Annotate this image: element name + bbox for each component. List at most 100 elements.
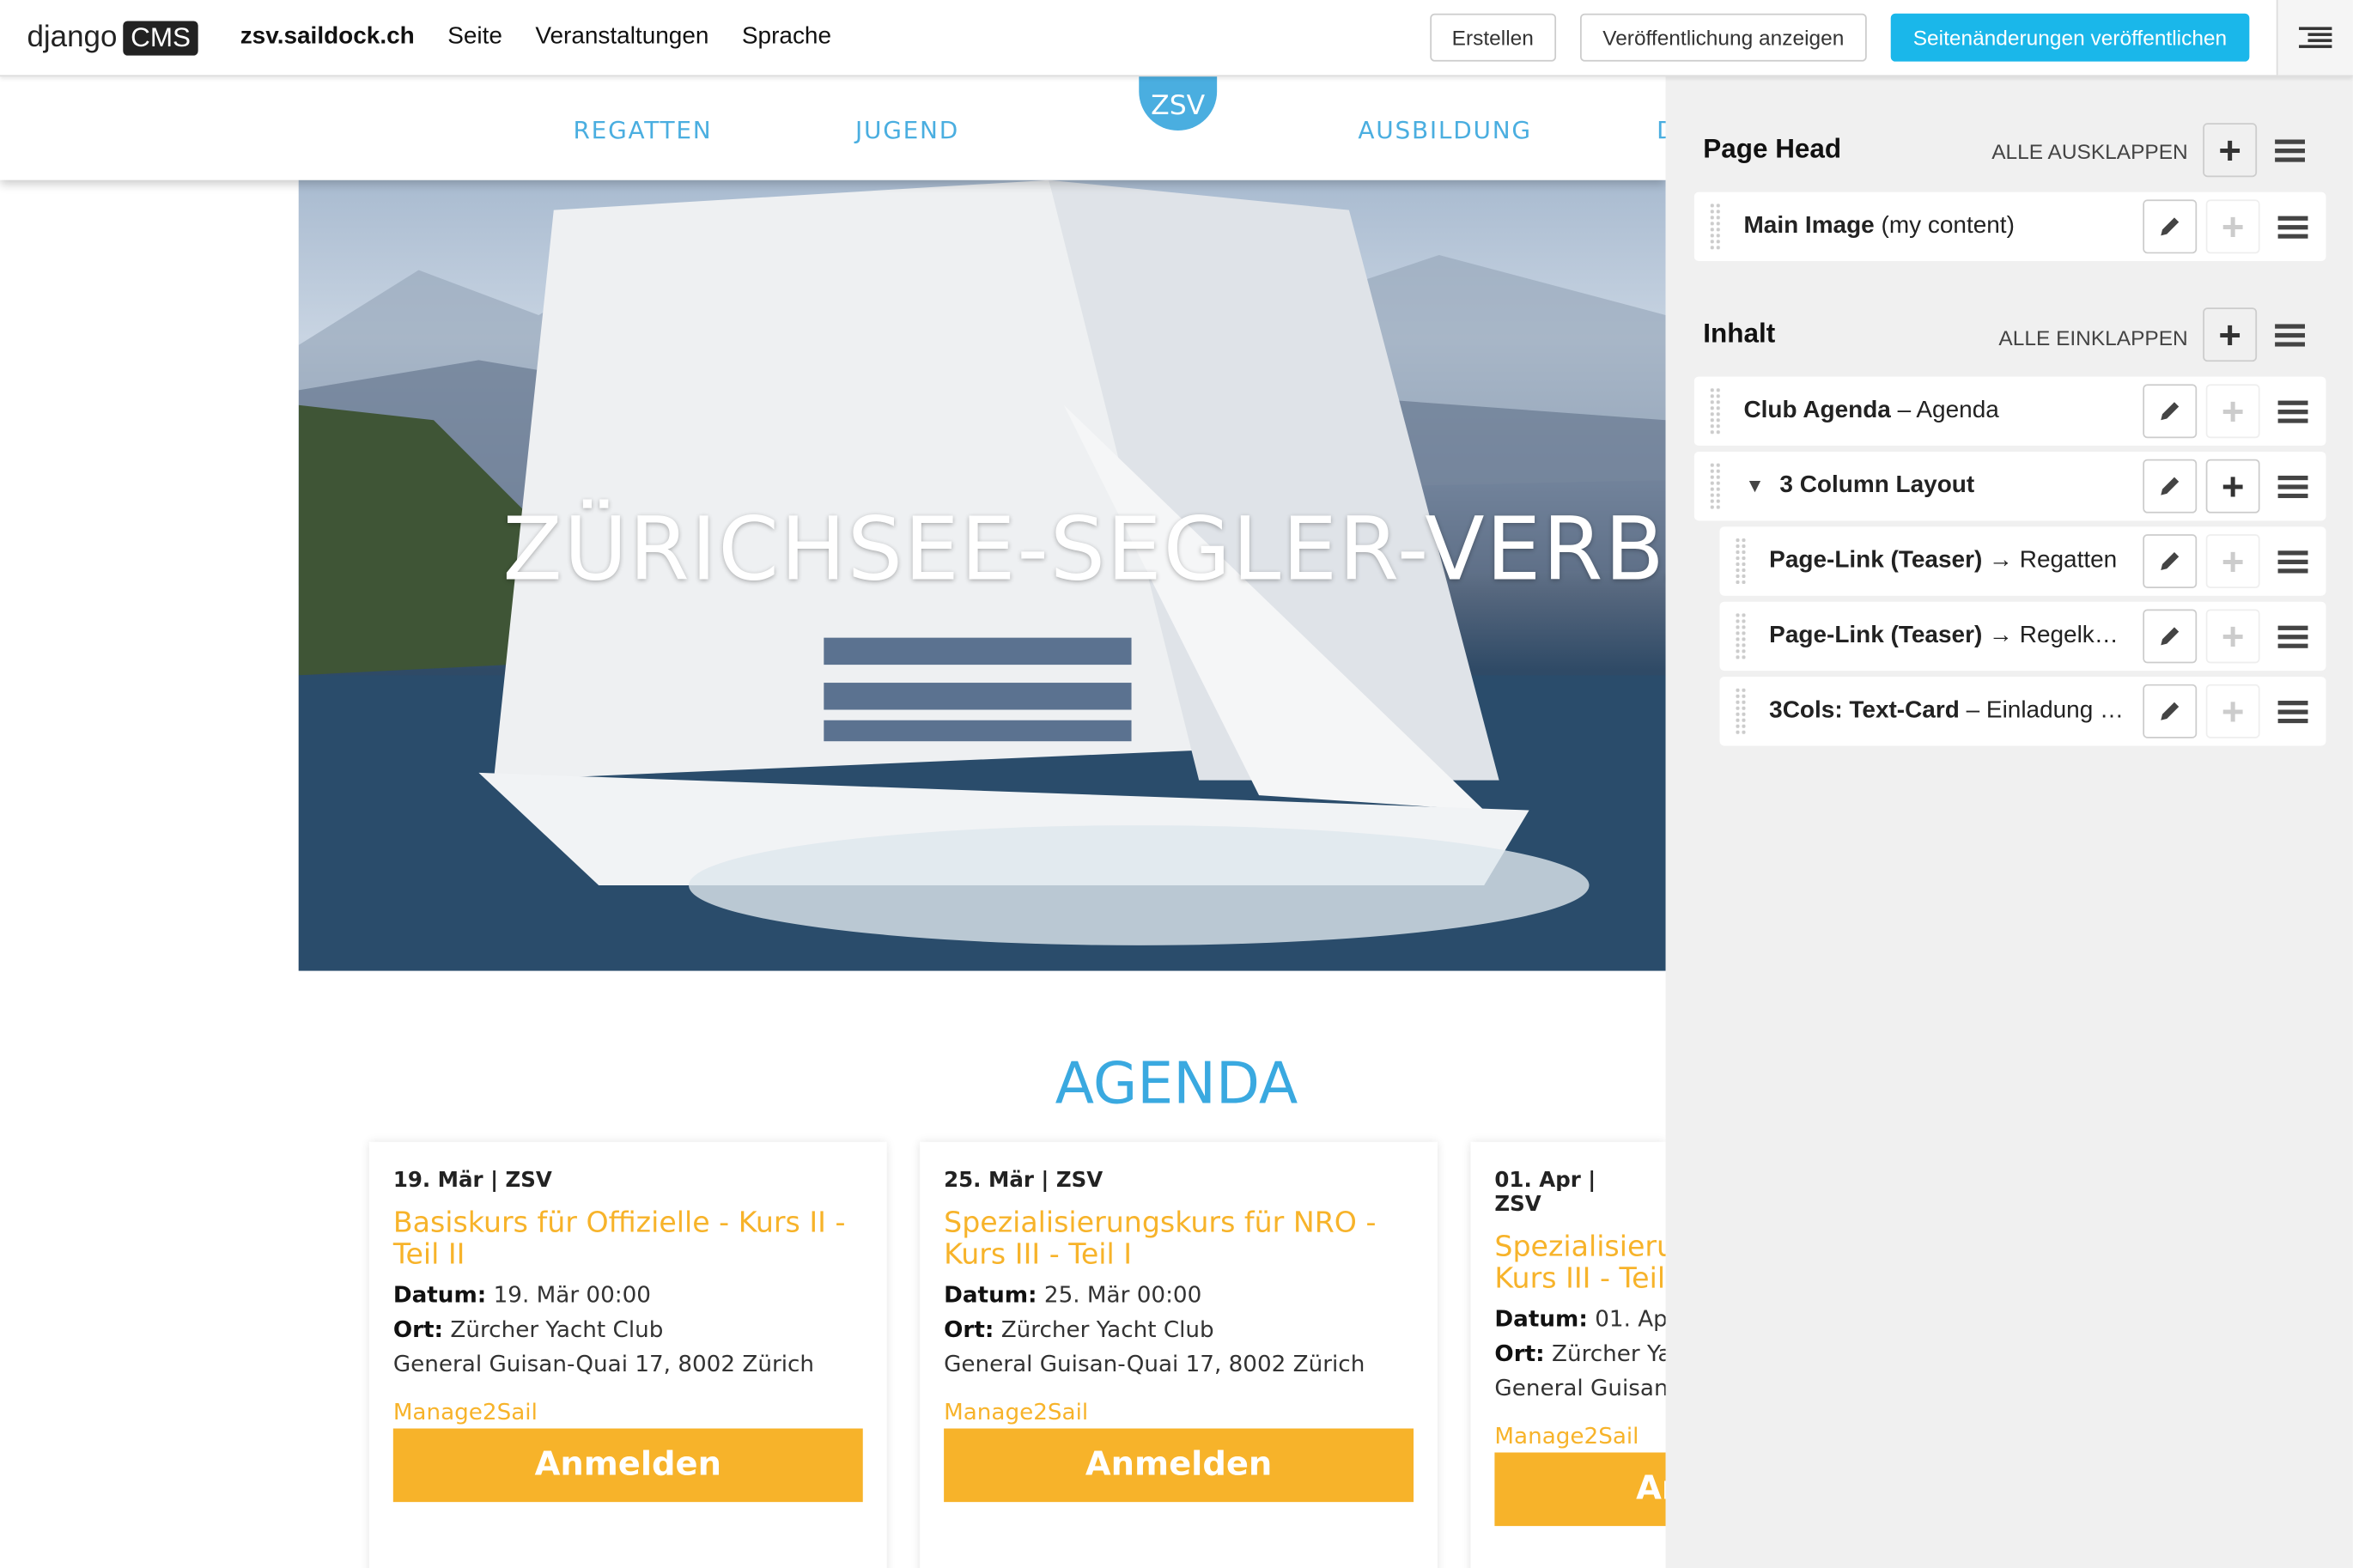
add-plugin-button[interactable]: + — [2203, 123, 2258, 178]
add-child-plugin-button[interactable]: + — [2205, 534, 2260, 588]
add-child-plugin-button[interactable]: + — [2205, 684, 2260, 738]
manage2sail-link[interactable]: Manage2Sail — [393, 1399, 863, 1425]
collapse-all-link[interactable]: ALLE EINKLAPPEN — [1998, 325, 2187, 349]
add-child-plugin-button[interactable]: + — [2205, 199, 2260, 254]
pencil-icon — [2161, 552, 2180, 571]
plugin-options-button[interactable] — [2266, 199, 2320, 253]
manage2sail-link[interactable]: Manage2Sail — [1494, 1423, 1641, 1449]
plugin-row[interactable]: Page-Link (Teaser) → Regelk… + — [1719, 601, 2326, 672]
event-meta: 19. Mär | ZSV — [392, 1169, 552, 1194]
structure-toggle-button[interactable] — [2276, 0, 2353, 76]
drag-handle[interactable] — [1709, 202, 1722, 251]
hamburger-icon — [2277, 475, 2308, 499]
plus-icon: + — [2221, 538, 2245, 583]
event-address: General Guisan-Quai 17, 8002 Zürich — [944, 1350, 1365, 1378]
plugin-name: 3 Column Layout — [1779, 472, 1975, 499]
plugin-row[interactable]: Main Image (my content) + — [1693, 191, 2326, 262]
plugin-options-button[interactable] — [2266, 534, 2320, 588]
zsv-logo[interactable]: ZSV — [1139, 67, 1218, 131]
menu-sprache[interactable]: Sprache — [742, 24, 831, 51]
place-label: Ort: — [1494, 1340, 1545, 1367]
plugin-row[interactable]: Club Agenda – Agenda + — [1693, 376, 2326, 446]
event-title[interactable]: Basiskurs für Offizielle - Kurs II - Tei… — [393, 1207, 863, 1274]
edit-plugin-button[interactable] — [2143, 459, 2198, 514]
add-child-plugin-button[interactable]: + — [2205, 459, 2260, 514]
plugin-row[interactable]: 3Cols: Text-Card – Einladung … + — [1719, 677, 2326, 746]
edit-plugin-button[interactable] — [2143, 199, 2198, 254]
register-button[interactable]: Anmelden — [1494, 1452, 1666, 1527]
site-navigation: REGATTEN JUGEND ZSV AUSBILDUNG D — [0, 67, 1675, 180]
date-value: 01. Apr 00:00 — [1595, 1305, 1665, 1333]
options-menu-button[interactable] — [2263, 307, 2317, 362]
plus-icon: + — [2221, 612, 2245, 659]
event-card: 01. Apr | ZSV Spezialisierungskurs für N… — [1470, 1141, 1666, 1568]
edit-plugin-button[interactable] — [2143, 384, 2198, 439]
plugin-options-button[interactable] — [2266, 459, 2320, 514]
register-button[interactable]: Anmelden — [392, 1428, 863, 1503]
publish-button[interactable]: Seitenänderungen veröffentlichen — [1890, 13, 2250, 62]
plugin-options-button[interactable] — [2266, 609, 2320, 663]
collapse-triangle-icon[interactable]: ▼ — [1745, 474, 1764, 496]
plugin-options-button[interactable] — [2266, 684, 2320, 738]
event-card: 19. Mär | ZSV Basiskurs für Offizielle -… — [368, 1141, 887, 1568]
event-card: 25. Mär | ZSV Spezialisierungskurs für N… — [920, 1141, 1438, 1568]
add-plugin-button[interactable]: + — [2203, 307, 2258, 362]
django-cms-logo[interactable]: django CMS — [27, 20, 198, 55]
hero-title: ZÜRICHSEE-SEGLER-VERBAND — [502, 498, 1666, 600]
plugin-name: Page-Link (Teaser) — [1769, 547, 1983, 574]
cms-toolbar: django CMS zsv.saildock.ch Seite Veransta… — [0, 0, 2353, 77]
plugin-row[interactable]: Page-Link (Teaser) → Regatten + — [1719, 526, 2326, 596]
event-title[interactable]: Spezialisierungskurs für NRO - Kurs III … — [1494, 1231, 1665, 1298]
place-value: Zürcher Yacht Club — [1000, 1316, 1214, 1343]
pencil-icon — [2161, 217, 2180, 236]
menu-seite[interactable]: Seite — [447, 24, 502, 51]
plugin-row[interactable]: ▼ 3 Column Layout + — [1693, 451, 2326, 521]
plugin-label: 3 Column Layout — [1779, 472, 1974, 499]
plugin-options-button[interactable] — [2266, 384, 2320, 438]
event-place: Ort: Zürcher Yacht Club — [1494, 1340, 1665, 1366]
plugin-description: (my content) — [1874, 213, 2015, 239]
drag-handle[interactable] — [1734, 537, 1747, 586]
plus-icon: + — [2218, 311, 2241, 357]
register-button[interactable]: Anmelden — [944, 1428, 1414, 1503]
drag-handle[interactable] — [1709, 386, 1722, 435]
view-published-button[interactable]: Veröffentlichung anzeigen — [1580, 13, 1867, 62]
plugin-description: – Einladung … — [1959, 697, 2125, 724]
menu-site[interactable]: zsv.saildock.ch — [240, 24, 415, 51]
logo-text: django — [27, 20, 118, 54]
edit-plugin-button[interactable] — [2143, 684, 2198, 738]
hamburger-icon — [2277, 701, 2308, 724]
drag-handle[interactable] — [1734, 611, 1747, 660]
add-child-plugin-button[interactable]: + — [2205, 609, 2260, 664]
event-date: Datum: 25. Mär 00:00 — [944, 1281, 1414, 1308]
nav-jugend[interactable]: JUGEND — [855, 116, 959, 144]
event-place: Ort: Zürcher Yacht Club — [393, 1316, 863, 1342]
create-button[interactable]: Erstellen — [1429, 13, 1557, 62]
plugin-label: Page-Link (Teaser) → Regelk… — [1769, 623, 2119, 649]
options-menu-button[interactable] — [2263, 123, 2317, 177]
structure-sidebar: Page Head ALLE AUSKLAPPEN + Inhalt ALLE … — [1665, 76, 2353, 1568]
add-child-plugin-button[interactable]: + — [2205, 384, 2260, 439]
hamburger-icon — [2277, 400, 2308, 423]
plugin-label: 3Cols: Text-Card – Einladung … — [1769, 698, 2124, 725]
expand-all-link[interactable]: ALLE AUSKLAPPEN — [1991, 140, 2187, 164]
event-place: Ort: Zürcher Yacht Club — [944, 1316, 1414, 1342]
hamburger-icon — [2275, 139, 2306, 162]
placeholder-title-inhalt: Inhalt — [1703, 318, 1776, 349]
drag-handle[interactable] — [1734, 687, 1747, 736]
place-label: Ort: — [392, 1316, 444, 1343]
nav-ausbildung[interactable]: AUSBILDUNG — [1358, 116, 1531, 144]
nav-regatten[interactable]: REGATTEN — [574, 116, 713, 144]
edit-plugin-button[interactable] — [2143, 609, 2198, 664]
edit-plugin-button[interactable] — [2143, 534, 2198, 588]
plugin-name: Club Agenda — [1743, 398, 1891, 423]
event-date: Datum: 01. Apr 00:00 — [1494, 1305, 1665, 1332]
pencil-icon — [2161, 627, 2180, 646]
drag-handle[interactable] — [1709, 462, 1722, 511]
plugin-name: Main Image — [1743, 213, 1875, 239]
manage2sail-link[interactable]: Manage2Sail — [944, 1399, 1414, 1425]
pencil-icon — [2161, 477, 2180, 495]
plugin-label: Club Agenda – Agenda — [1743, 398, 1998, 424]
menu-veranstaltungen[interactable]: Veranstaltungen — [535, 24, 708, 51]
event-title[interactable]: Spezialisierungskurs für NRO - Kurs III … — [944, 1207, 1414, 1274]
